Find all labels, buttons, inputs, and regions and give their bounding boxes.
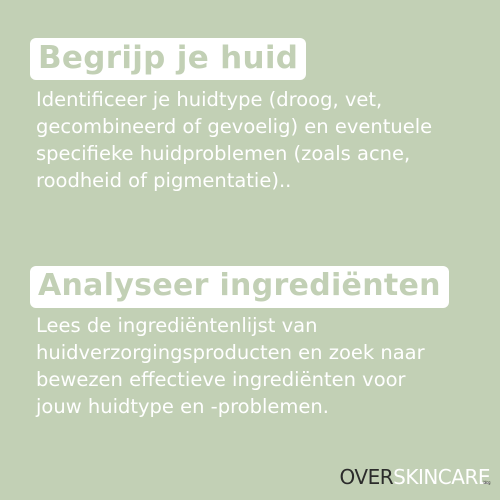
brand-logo-over: OVER bbox=[339, 465, 394, 489]
heading-box: Begrijp je huid bbox=[30, 38, 307, 80]
section-body-text: Lees de ingrediëntenlijst van huidverzor… bbox=[36, 314, 425, 418]
section-heading: Analyseer ingrediënten bbox=[38, 268, 441, 303]
brand-logo: OVERSKINCARE blog bbox=[339, 465, 491, 489]
section-body-text: Identificeer je huidtype (droog, vet, ge… bbox=[36, 88, 433, 192]
heading-box: Analyseer ingrediënten bbox=[30, 266, 449, 308]
brand-logo-skincare: SKINCARE bbox=[393, 465, 490, 489]
section-heading: Begrijp je huid bbox=[38, 40, 299, 76]
brand-logo-suffix: blog bbox=[483, 480, 490, 485]
section-understand-skin: Begrijp je huid Identificeer je huidtype… bbox=[30, 38, 476, 194]
section-analyze-ingredients: Analyseer ingrediënten Lees de ingrediën… bbox=[30, 266, 476, 420]
